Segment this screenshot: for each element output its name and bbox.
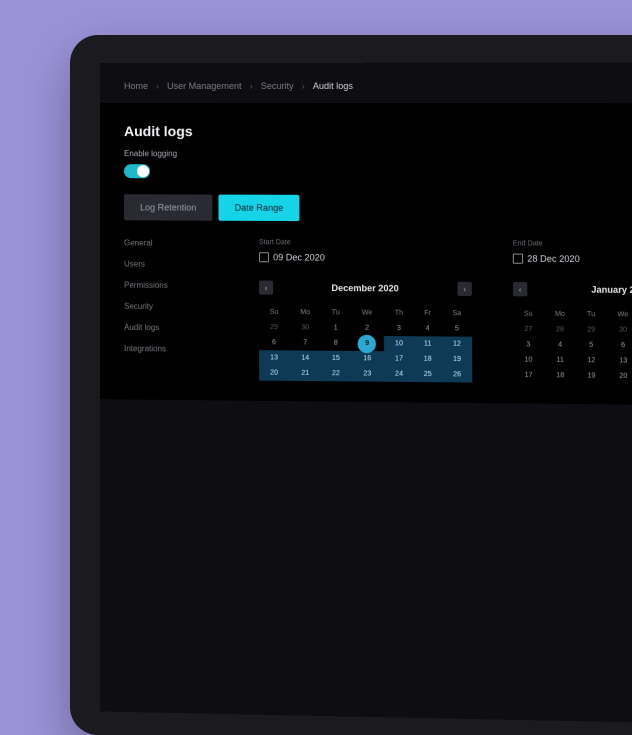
- prev-month-button[interactable]: ‹: [259, 280, 273, 294]
- tab-date-range[interactable]: Date Range: [219, 195, 300, 222]
- calendar-month-label: January 2021: [591, 285, 632, 296]
- calendar-day[interactable]: 7: [289, 335, 322, 350]
- calendar-day[interactable]: 17: [384, 351, 413, 366]
- calendar-day[interactable]: 29: [577, 322, 606, 338]
- calendar-day[interactable]: 10: [513, 352, 543, 368]
- start-date-value[interactable]: 09 Dec 2020: [259, 252, 472, 263]
- calendar-day[interactable]: 6: [606, 338, 632, 354]
- weekday-header: Fr: [413, 306, 441, 321]
- prev-month-button[interactable]: ‹: [513, 282, 527, 296]
- weekday-header: We: [605, 307, 632, 323]
- calendar-day[interactable]: 13: [259, 350, 289, 365]
- calendar-day[interactable]: 24: [384, 366, 413, 382]
- toggle-label: Enable logging: [124, 149, 632, 159]
- calendar-day[interactable]: 20: [259, 365, 289, 380]
- calendar-day[interactable]: 5: [577, 338, 606, 354]
- calendar-day[interactable]: 13: [606, 353, 632, 369]
- date-columns: Start Date 09 Dec 2020 ‹ December 2020 ›…: [259, 239, 632, 385]
- calendar-day[interactable]: 21: [289, 366, 322, 382]
- calendar-icon: [259, 252, 269, 262]
- end-date-value[interactable]: 28 Dec 2020: [513, 254, 632, 265]
- sidebar-item[interactable]: Permissions: [124, 281, 235, 291]
- weekday-header: Su: [513, 306, 543, 322]
- calendar-day[interactable]: 12: [442, 336, 472, 352]
- calendar-day[interactable]: 10: [384, 336, 413, 351]
- calendar-day[interactable]: 22: [322, 366, 350, 381]
- calendar-day[interactable]: 1: [322, 320, 350, 335]
- calendar-day[interactable]: 17: [513, 368, 543, 384]
- weekday-header: Mo: [289, 305, 322, 320]
- calendar-icon: [513, 254, 523, 264]
- breadcrumb-item[interactable]: User Management: [167, 81, 241, 91]
- end-date-text: 28 Dec 2020: [527, 254, 580, 264]
- calendar-day[interactable]: 19: [442, 352, 472, 368]
- breadcrumb-item[interactable]: Security: [261, 81, 294, 91]
- calendar-day[interactable]: 14: [289, 350, 322, 365]
- main-grid: General Users Permissions Security Audit…: [124, 238, 632, 385]
- calendar-day[interactable]: 26: [442, 367, 472, 383]
- device-frame: Home › User Management › Security › Audi…: [70, 35, 632, 735]
- calendar-day[interactable]: 19: [577, 368, 606, 384]
- weekday-header: Su: [259, 305, 289, 320]
- calendar-left[interactable]: SuMoTuWeThFrSa 29301 23 45 6789101112 131415…: [259, 305, 472, 383]
- breadcrumb-current: Audit logs: [313, 81, 353, 91]
- calendar-header-right: ‹ January 2021 ›: [513, 282, 632, 298]
- calendar-right[interactable]: SuMoTuWeThFrSa 2728293031123456789101112…: [513, 306, 632, 385]
- breadcrumb-item[interactable]: Home: [124, 81, 148, 91]
- calendar-day[interactable]: 18: [414, 351, 442, 367]
- calendar-day[interactable]: 4: [543, 337, 576, 353]
- calendar-day[interactable]: 30: [289, 320, 322, 335]
- sidebar-item[interactable]: Users: [124, 260, 235, 270]
- sidebar-item[interactable]: Security: [124, 302, 235, 312]
- calendar-day[interactable]: 3: [513, 337, 543, 353]
- sidebar-item[interactable]: Audit logs: [124, 323, 235, 333]
- breadcrumb-sep: ›: [156, 81, 159, 91]
- calendar-day[interactable]: 8: [322, 336, 350, 351]
- breadcrumb-sep: ›: [250, 81, 253, 91]
- calendar-header-left: ‹ December 2020 ›: [259, 280, 472, 296]
- page-title: Audit logs: [124, 123, 632, 140]
- calendar-day[interactable]: 29: [259, 320, 289, 335]
- calendar-day[interactable]: 30: [606, 322, 632, 338]
- calendar-day[interactable]: 28: [543, 322, 576, 338]
- end-date-label: End Date: [513, 240, 632, 248]
- breadcrumb-sep: ›: [302, 81, 305, 91]
- calendar-day[interactable]: 27: [513, 322, 543, 338]
- tab-log-retention[interactable]: Log Retention: [124, 194, 212, 220]
- calendar-day[interactable]: 20: [606, 368, 632, 384]
- calendar-day[interactable]: 11: [414, 336, 442, 351]
- end-date-column: End Date 28 Dec 2020 ‹ January 2021 › Su…: [513, 240, 632, 385]
- breadcrumb: Home › User Management › Security › Audi…: [100, 62, 632, 103]
- weekday-header: Sa: [442, 306, 472, 321]
- calendar-day[interactable]: 15: [322, 351, 350, 366]
- weekday-header: Tu: [577, 307, 606, 323]
- next-month-button[interactable]: ›: [457, 282, 471, 296]
- calendar-day[interactable]: 6: [259, 335, 289, 350]
- calendar-day[interactable]: 9: [350, 336, 384, 352]
- screen: Home › User Management › Security › Audi…: [100, 62, 632, 724]
- calendar-day[interactable]: 12: [577, 353, 606, 369]
- start-date-text: 09 Dec 2020: [273, 252, 325, 262]
- calendar-day[interactable]: 18: [544, 368, 577, 384]
- enable-logging-toggle[interactable]: [124, 164, 150, 178]
- calendar-day[interactable]: 11: [544, 353, 577, 369]
- calendar-day[interactable]: 16: [350, 351, 384, 367]
- calendar-day[interactable]: 25: [414, 367, 442, 383]
- sidebar-item[interactable]: General: [124, 238, 235, 248]
- filter-sidebar: General Users Permissions Security Audit…: [124, 238, 235, 380]
- tabs: Log Retention Date Range: [124, 194, 632, 223]
- calendar-day[interactable]: 4: [413, 321, 441, 336]
- weekday-header: Mo: [543, 307, 576, 323]
- weekday-header: We: [350, 305, 384, 320]
- calendar-day[interactable]: 5: [442, 321, 472, 336]
- page-content: Audit logs Enable logging Log Retention …: [100, 103, 632, 406]
- sidebar-item[interactable]: Integrations: [124, 344, 235, 354]
- weekday-header: Th: [384, 306, 413, 321]
- calendar-day[interactable]: 23: [350, 366, 384, 382]
- start-date-label: Start Date: [259, 239, 472, 247]
- calendar-day[interactable]: 3: [384, 321, 413, 336]
- start-date-column: Start Date 09 Dec 2020 ‹ December 2020 ›…: [259, 239, 472, 382]
- weekday-header: Tu: [322, 305, 350, 320]
- calendar-month-label: December 2020: [331, 283, 398, 294]
